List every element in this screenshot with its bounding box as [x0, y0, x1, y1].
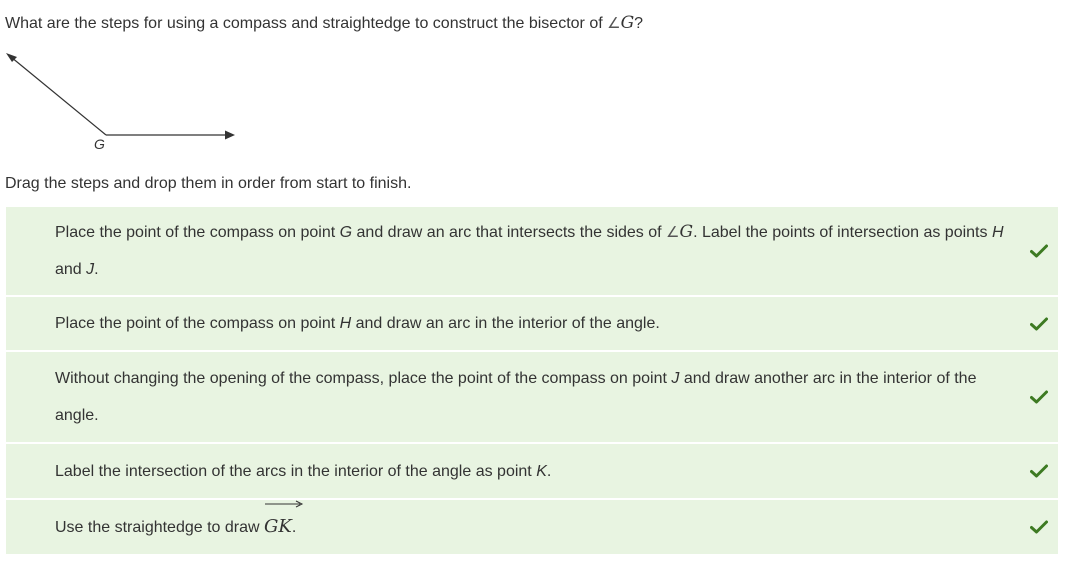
step-item[interactable]: Place the point of the compass on point …	[6, 297, 1058, 352]
instructions-text: Drag the steps and drop them in order fr…	[5, 175, 412, 192]
question-angle: ∠G	[607, 13, 635, 33]
step-item[interactable]: Use the straightedge to draw GK.	[6, 500, 1058, 556]
checkmark-icon	[1030, 244, 1048, 258]
ray-notation: GK	[264, 500, 304, 545]
step-text: Use the straightedge to draw GK.	[55, 500, 304, 546]
step-text: Place the point of the compass on point …	[55, 315, 660, 332]
angle-ray-upper	[10, 56, 107, 136]
steps-list: Place the point of the compass on point …	[6, 207, 1058, 556]
ray-arrow-icon	[265, 500, 304, 508]
step-item[interactable]: Place the point of the compass on point …	[6, 207, 1058, 297]
step-item[interactable]: Without changing the opening of the comp…	[6, 352, 1058, 444]
angle-figure: G	[6, 53, 235, 152]
step-text: Label the intersection of the arcs in th…	[55, 462, 552, 480]
step-text: Without changing the opening of the comp…	[55, 370, 977, 424]
checkmark-icon	[1030, 390, 1048, 404]
question-prompt: What are the steps for using a compass a…	[5, 13, 644, 33]
vertex-label: G	[94, 136, 105, 152]
checkmark-icon	[1030, 317, 1048, 330]
arrowhead-icon	[225, 130, 235, 140]
checkmark-icon	[1030, 464, 1048, 478]
step-item[interactable]: Label the intersection of the arcs in th…	[6, 444, 1058, 500]
step-text: Place the point of the compass on point …	[55, 222, 1004, 278]
question-text: What are the steps for using a compass a…	[5, 15, 608, 32]
checkmark-icon	[1030, 520, 1048, 534]
